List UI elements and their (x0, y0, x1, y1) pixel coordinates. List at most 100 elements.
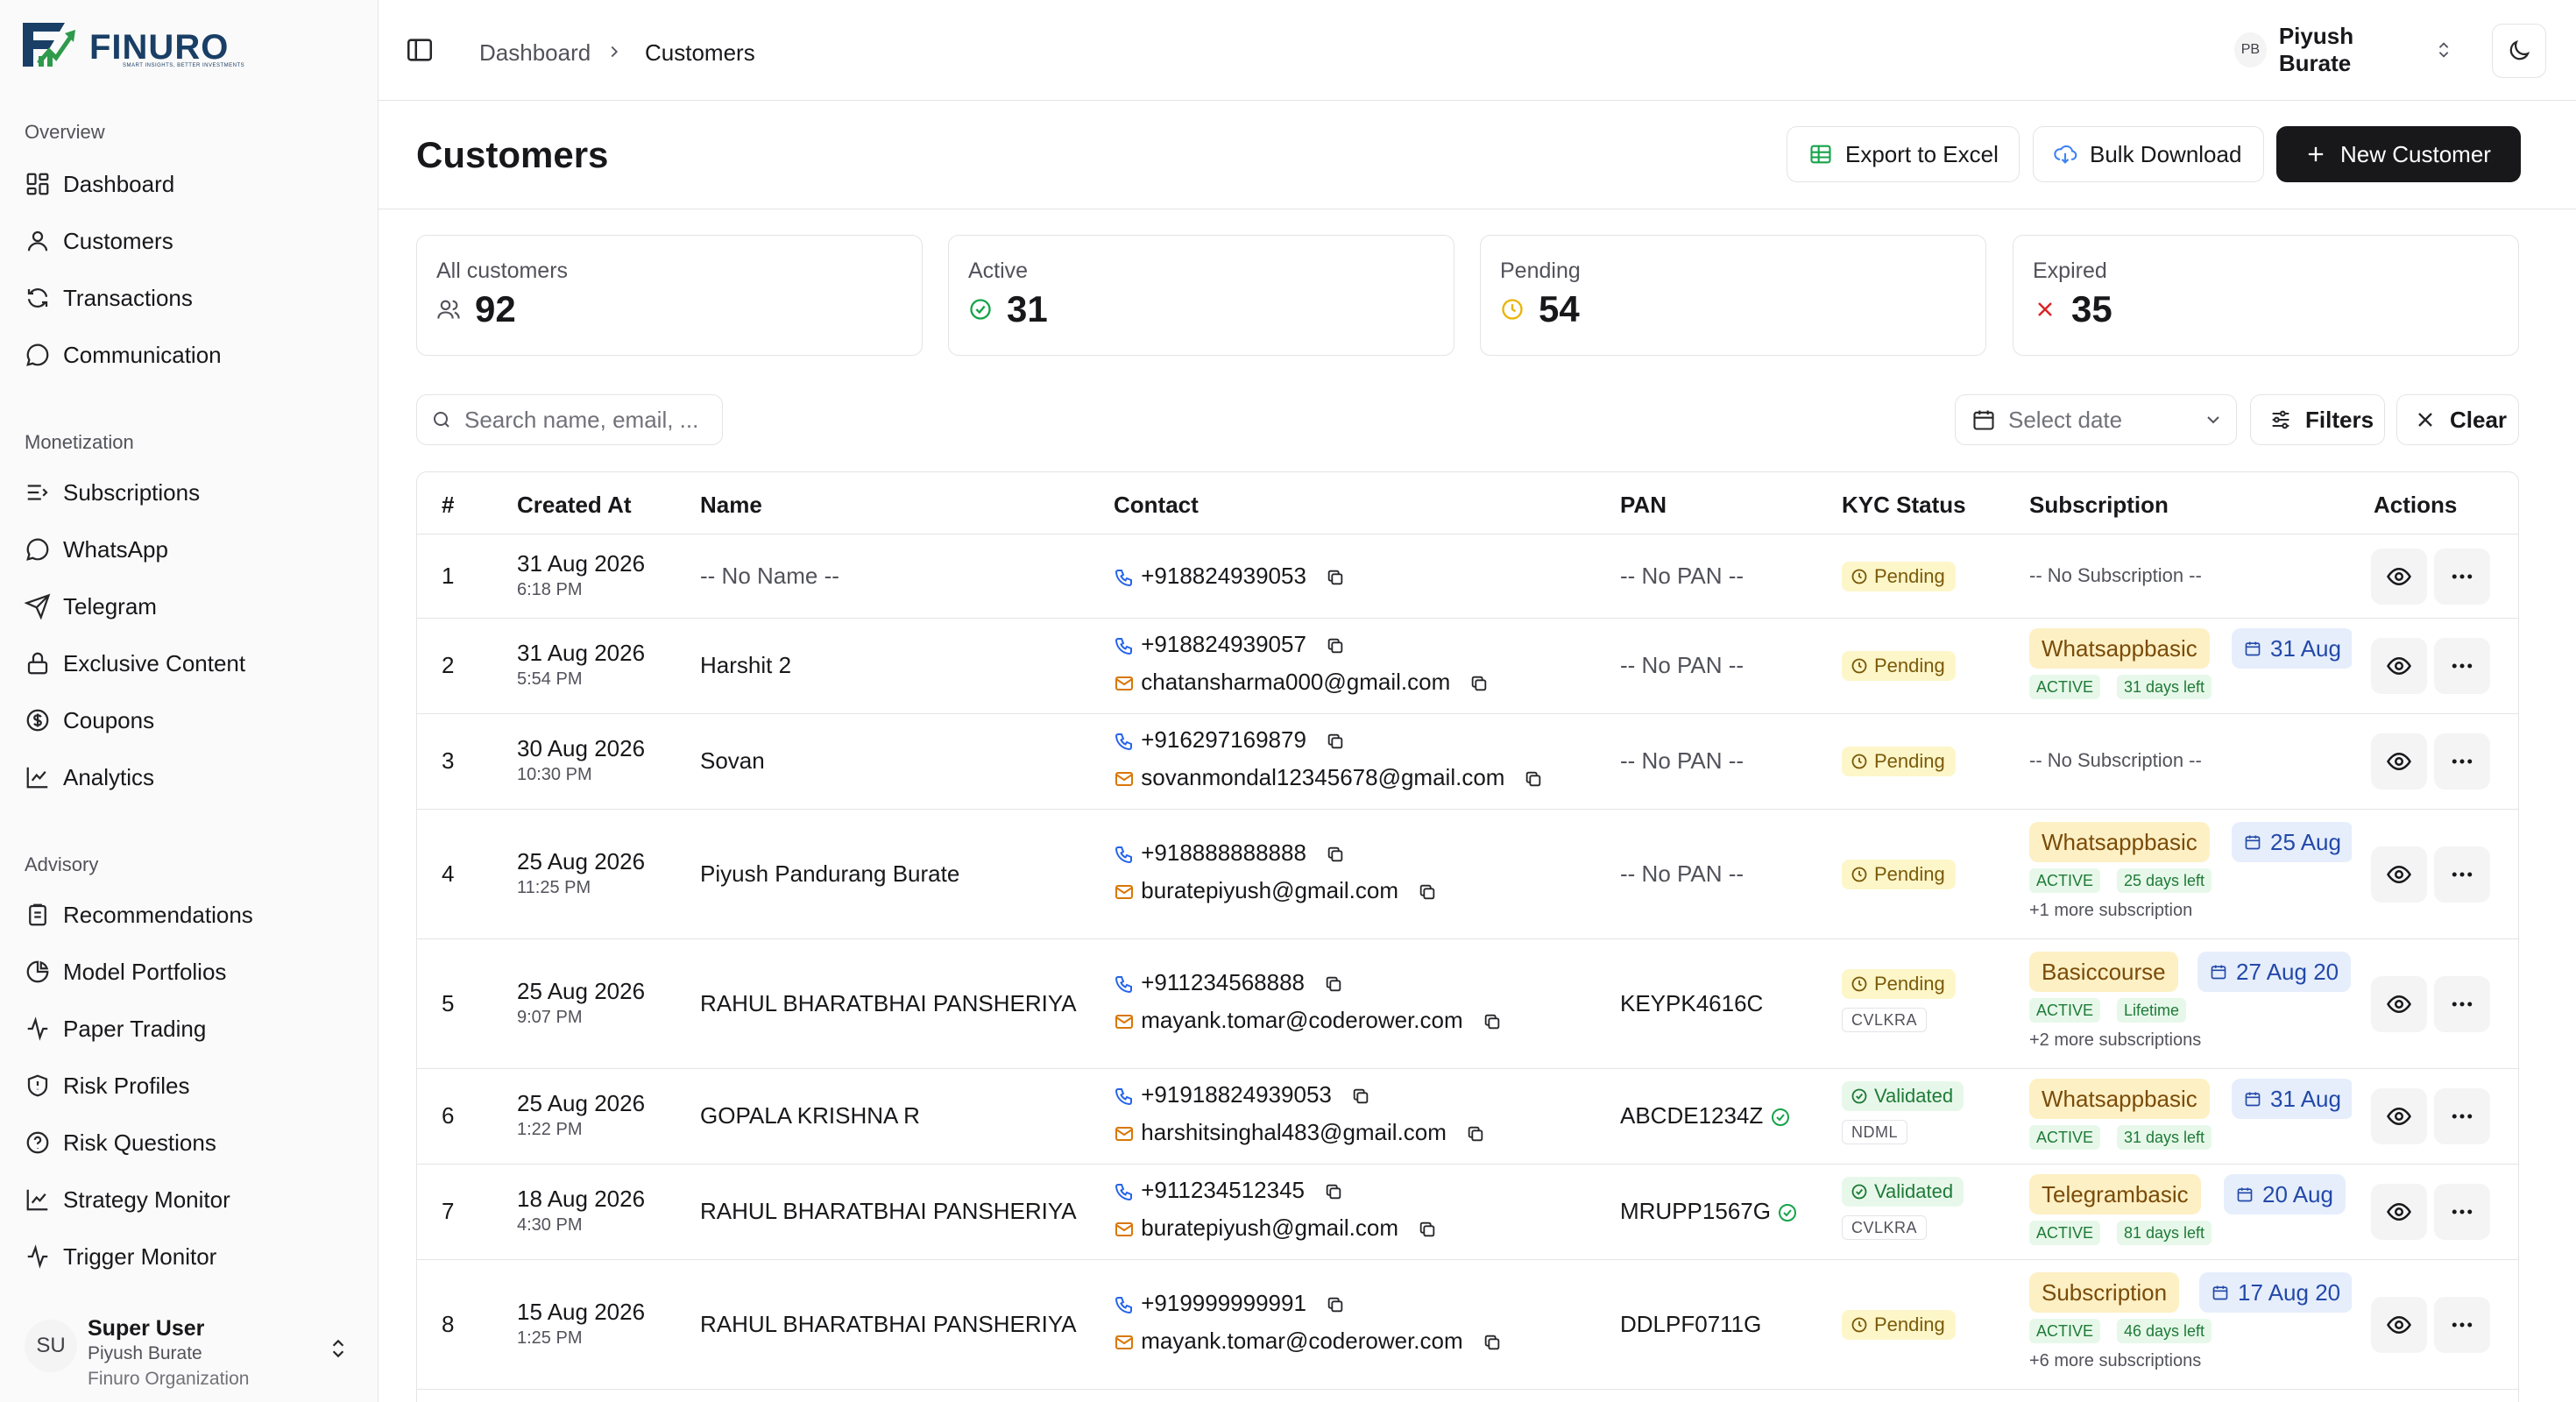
view-button[interactable] (2371, 846, 2427, 903)
table-row[interactable]: 6 25 Aug 2026 1:22 PM GOPALA KRISHNA R +… (417, 1068, 2518, 1164)
phone-number: +919999999991 (1141, 1290, 1306, 1316)
contact-phone: +911234512345 (1114, 1177, 1343, 1204)
copy-icon[interactable] (1351, 1087, 1370, 1106)
brand-logo[interactable]: FINURO SMART INSIGHTS, BETTER INVESTMENT… (19, 19, 244, 72)
sidebar-item-telegram[interactable]: Telegram (25, 584, 357, 628)
column-header[interactable]: Name (700, 492, 762, 519)
copy-icon[interactable] (1483, 1012, 1502, 1031)
copy-icon[interactable] (1326, 845, 1345, 864)
copy-icon[interactable] (1326, 568, 1345, 587)
clock-icon (1851, 867, 1867, 882)
new-customer-button[interactable]: New Customer (2276, 126, 2521, 182)
more-horizontal-icon (2452, 872, 2473, 877)
table-row[interactable]: 3 30 Aug 2026 10:30 PM Sovan +9162971698… (417, 713, 2518, 809)
contact-email: buratepiyush@gmail.com (1114, 1214, 1437, 1242)
copy-icon[interactable] (1326, 1295, 1345, 1314)
user-menu[interactable]: SU Super User Piyush Burate Finuro Organ… (25, 1304, 357, 1391)
search-box[interactable] (416, 394, 723, 445)
sidebar-item-recommendations[interactable]: Recommendations (25, 893, 357, 937)
breadcrumb-dashboard[interactable]: Dashboard (479, 39, 591, 67)
eye-icon (2387, 656, 2411, 676)
copy-icon[interactable] (1324, 1182, 1343, 1201)
copy-icon[interactable] (1326, 732, 1345, 751)
view-button[interactable] (2371, 1088, 2427, 1144)
sidebar-toggle-icon[interactable] (405, 35, 435, 65)
kyc-status-badge: Validated (1842, 1081, 1964, 1111)
view-button[interactable] (2371, 733, 2427, 790)
copy-icon[interactable] (1483, 1333, 1502, 1352)
help-icon (26, 1131, 49, 1154)
pan-value: ABCDE1234Z (1620, 1102, 1791, 1129)
date-picker[interactable]: Select date (1955, 394, 2237, 445)
search-input[interactable] (464, 406, 701, 434)
kyc-status-badge: Pending (1842, 969, 1956, 999)
sidebar-item-communication[interactable]: Communication (25, 333, 357, 377)
more-subscriptions-text[interactable]: +2 more subscriptions (2029, 1030, 2201, 1051)
table-row[interactable]: 4 25 Aug 2026 11:25 PM Piyush Pandurang … (417, 809, 2518, 938)
more-actions-button[interactable] (2434, 1088, 2490, 1144)
bulk-download-button[interactable]: Bulk Download (2033, 126, 2264, 182)
sidebar-item-risk-questions[interactable]: Risk Questions (25, 1121, 357, 1165)
view-button[interactable] (2371, 638, 2427, 694)
view-button[interactable] (2371, 549, 2427, 605)
sidebar-item-label: Risk Questions (63, 1129, 216, 1156)
sidebar-item-exclusive-content[interactable]: Exclusive Content (25, 641, 357, 685)
customer-name: RAHUL BHARATBHAI PANSHERIYA (700, 1311, 1077, 1337)
stat-card-expired: Expired 35 (2013, 235, 2519, 356)
table-row[interactable]: 1 31 Aug 2026 6:18 PM -- No Name -- +918… (417, 534, 2518, 618)
filters-button[interactable]: Filters (2250, 394, 2385, 445)
table-row[interactable]: 2 31 Aug 2026 5:54 PM Harshit 2 +9188249… (417, 618, 2518, 713)
phone-icon (1115, 638, 1132, 655)
sidebar-item-model-portfolios[interactable]: Model Portfolios (25, 950, 357, 994)
export-excel-button[interactable]: Export to Excel (1787, 126, 2020, 182)
sidebar-item-paper-trading[interactable]: Paper Trading (25, 1007, 357, 1051)
sidebar-item-strategy-monitor[interactable]: Strategy Monitor (25, 1178, 357, 1221)
copy-icon[interactable] (1466, 1124, 1485, 1144)
sidebar-item-customers[interactable]: Customers (25, 219, 357, 263)
created-date: 31 Aug 2026 (517, 550, 646, 577)
view-button[interactable] (2371, 1184, 2427, 1240)
sidebar-item-trigger-monitor[interactable]: Trigger Monitor (25, 1235, 357, 1278)
phone-icon (1115, 570, 1132, 587)
copy-icon[interactable] (1469, 674, 1489, 693)
table-row[interactable]: 5 25 Aug 2026 9:07 PM RAHUL BHARATBHAI P… (417, 938, 2518, 1068)
copy-icon[interactable] (1324, 974, 1343, 994)
clear-button[interactable]: Clear (2396, 394, 2519, 445)
sidebar-item-dashboard[interactable]: Dashboard (25, 162, 357, 206)
more-actions-button[interactable] (2434, 1184, 2490, 1240)
sidebar-item-label: Exclusive Content (63, 649, 246, 676)
more-actions-button[interactable] (2434, 846, 2490, 903)
chevron-down-icon (2207, 416, 2219, 424)
copy-icon[interactable] (1418, 1220, 1437, 1239)
sidebar-item-subscriptions[interactable]: Subscriptions (25, 471, 357, 514)
sidebar-item-whatsapp[interactable]: WhatsApp (25, 528, 357, 571)
copy-icon[interactable] (1524, 769, 1543, 789)
column-header: Contact (1114, 492, 1199, 518)
more-actions-button[interactable] (2434, 976, 2490, 1032)
sidebar-item-analytics[interactable]: Analytics (25, 755, 357, 799)
column-header[interactable]: Created At (517, 492, 632, 519)
profile-switcher[interactable]: PB Piyush Burate (2234, 21, 2453, 79)
more-actions-button[interactable] (2434, 733, 2490, 790)
more-actions-button[interactable] (2434, 549, 2490, 605)
table-row[interactable]: 7 18 Aug 2026 4:30 PM RAHUL BHARATBHAI P… (417, 1164, 2518, 1259)
sidebar-item-risk-profiles[interactable]: Risk Profiles (25, 1064, 357, 1108)
sidebar-item-coupons[interactable]: Coupons (25, 698, 357, 742)
copy-icon[interactable] (1418, 882, 1437, 902)
more-actions-button[interactable] (2434, 1297, 2490, 1353)
view-button[interactable] (2371, 1297, 2427, 1353)
view-button[interactable] (2371, 976, 2427, 1032)
sidebar-item-label: Trigger Monitor (63, 1243, 217, 1270)
stat-label: Pending (1500, 258, 1581, 283)
more-subscriptions-text[interactable]: +1 more subscription (2029, 901, 2192, 921)
more-subscriptions-text[interactable]: +6 more subscriptions (2029, 1351, 2201, 1371)
phone-number: +916297169879 (1141, 726, 1306, 753)
theme-toggle-button[interactable] (2492, 24, 2546, 78)
created-time: 5:54 PM (517, 669, 583, 689)
mail-icon (1115, 1127, 1133, 1142)
more-actions-button[interactable] (2434, 638, 2490, 694)
table-row[interactable]: 8 15 Aug 2026 1:25 PM RAHUL BHARATBHAI P… (417, 1259, 2518, 1389)
sidebar-item-transactions[interactable]: Transactions (25, 276, 357, 320)
kyc-status-label: Validated (1874, 1085, 1954, 1107)
copy-icon[interactable] (1326, 636, 1345, 655)
